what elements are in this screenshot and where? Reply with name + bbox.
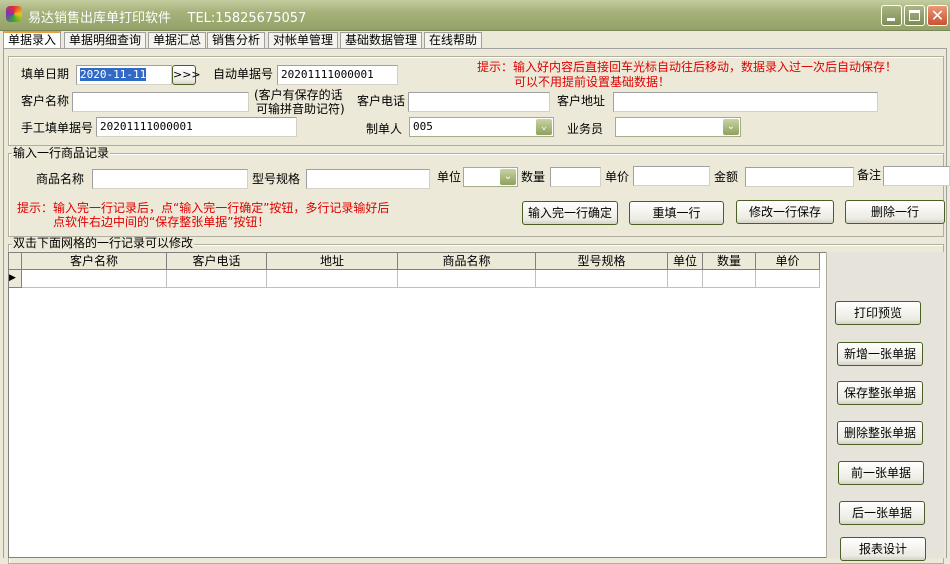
date-picker-button[interactable]: >>>	[172, 65, 201, 85]
customer-hint-2: 可输拼音助记符)	[256, 102, 345, 116]
model-label: 型号规格	[252, 172, 301, 186]
item-tip-line1: 提示：输入完一行记录后，点“输入完一行确定”按钮，多行记录输好后	[17, 201, 390, 215]
next-bill-button[interactable]: 后一张单据	[839, 501, 925, 525]
product-label: 商品名称	[36, 172, 85, 186]
price-label: 单价	[605, 170, 630, 184]
column-header[interactable]: 单价	[756, 253, 820, 270]
grid-cell[interactable]	[398, 270, 536, 288]
row-indicator[interactable]: ▶	[9, 270, 22, 288]
salesman-label: 业务员	[567, 122, 604, 136]
tab-summary[interactable]: 单据汇总	[148, 32, 207, 49]
amount-input[interactable]	[745, 167, 854, 187]
grid-cell[interactable]	[267, 270, 398, 288]
manual-no-input[interactable]: 20201111000001	[96, 117, 297, 137]
grid-cell[interactable]	[668, 270, 703, 288]
tab-entry[interactable]: 单据录入	[3, 31, 62, 49]
manual-no-label: 手工填单据号	[21, 121, 94, 135]
tab-sales-analysis[interactable]: 销售分析	[207, 32, 266, 49]
customer-name-input[interactable]	[72, 92, 249, 112]
maximize-button[interactable]	[904, 5, 925, 26]
model-input[interactable]	[306, 169, 430, 189]
maker-value: 005	[413, 120, 433, 133]
note-label: 备注	[857, 168, 882, 182]
column-header[interactable]: 客户名称	[22, 253, 167, 270]
tab-base-data[interactable]: 基础数据管理	[340, 32, 423, 49]
grid-cell[interactable]	[167, 270, 267, 288]
row-header-corner	[9, 253, 22, 270]
customer-address-input[interactable]	[613, 92, 878, 112]
column-header[interactable]: 数量	[703, 253, 756, 270]
customer-hint-1: (客户有保存的话	[254, 88, 343, 102]
delete-row-button[interactable]: 删除一行	[845, 200, 945, 224]
auto-no-label: 自动单据号	[213, 67, 274, 81]
auto-no-input[interactable]: 20201111000001	[277, 65, 398, 85]
amount-label: 金额	[714, 170, 739, 184]
customer-phone-input[interactable]	[408, 92, 550, 112]
maker-label: 制单人	[366, 122, 403, 136]
app-logo-icon	[6, 6, 22, 22]
header-tip-line1: 提示：输入好内容后直接回车光标自动往后移动，数据录入过一次后自动保存！	[477, 60, 898, 74]
qty-label: 数量	[521, 170, 546, 184]
date-input[interactable]: 2020-11-11	[76, 65, 172, 85]
customer-phone-label: 客户电话	[357, 94, 406, 108]
tab-detail-query[interactable]: 单据明细查询	[64, 32, 147, 49]
title-bar: 易达销售出库单打印软件 TEL:15825675057 ✕	[0, 0, 950, 31]
grid-cell[interactable]	[756, 270, 820, 288]
unit-select[interactable]: ⌄	[463, 167, 518, 187]
print-preview-button[interactable]: 打印预览	[835, 301, 921, 325]
new-bill-button[interactable]: 新增一张单据	[837, 342, 923, 366]
item-entry-legend: 输入一行商品记录	[12, 146, 111, 160]
prev-bill-button[interactable]: 前一张单据	[838, 461, 924, 485]
customer-address-label: 客户地址	[557, 94, 606, 108]
unit-label: 单位	[437, 170, 462, 184]
salesman-select[interactable]: ⌄	[615, 117, 741, 137]
note-input[interactable]	[883, 166, 950, 186]
column-header[interactable]: 型号规格	[536, 253, 668, 270]
window-title: 易达销售出库单打印软件 TEL:15825675057	[28, 11, 307, 26]
tab-statement[interactable]: 对帐单管理	[268, 32, 339, 49]
records-grid[interactable]: 客户名称 客户电话 地址 商品名称 型号规格 单位 数量 单价 ▶	[8, 252, 828, 558]
product-input[interactable]	[92, 169, 248, 189]
report-design-button[interactable]: 报表设计	[840, 537, 926, 561]
delete-bill-button[interactable]: 删除整张单据	[837, 421, 923, 445]
chevron-down-icon: ⌄	[536, 119, 552, 135]
chevron-down-icon: ⌄	[723, 119, 739, 135]
date-label: 填单日期	[21, 67, 70, 81]
header-tip-line2: 可以不用提前设置基础数据！	[514, 75, 671, 89]
grid-cell[interactable]	[536, 270, 668, 288]
column-header[interactable]: 地址	[267, 253, 398, 270]
column-header[interactable]: 客户电话	[167, 253, 267, 270]
column-header[interactable]: 单位	[668, 253, 703, 270]
grid-cell[interactable]	[22, 270, 167, 288]
minimize-button[interactable]	[881, 5, 902, 26]
chevron-down-icon: ⌄	[500, 169, 516, 185]
refill-row-button[interactable]: 重填一行	[629, 201, 724, 225]
date-value: 2020-11-11	[80, 68, 147, 81]
save-bill-button[interactable]: 保存整张单据	[837, 381, 923, 405]
save-row-button[interactable]: 修改一行保存	[736, 200, 834, 224]
tab-help[interactable]: 在线帮助	[424, 32, 483, 49]
grid-cell[interactable]	[703, 270, 756, 288]
qty-input[interactable]	[550, 167, 601, 187]
price-input[interactable]	[633, 166, 710, 186]
close-button[interactable]: ✕	[927, 5, 948, 26]
confirm-row-button[interactable]: 输入完一行确定	[522, 201, 618, 225]
item-tip-line2: 点软件右边中间的“保存整张单据”按钮！	[53, 215, 270, 229]
customer-name-label: 客户名称	[21, 94, 70, 108]
grid-legend: 双击下面网格的一行记录可以修改	[12, 236, 195, 250]
column-header[interactable]: 商品名称	[398, 253, 536, 270]
maker-select[interactable]: 005 ⌄	[409, 117, 554, 137]
